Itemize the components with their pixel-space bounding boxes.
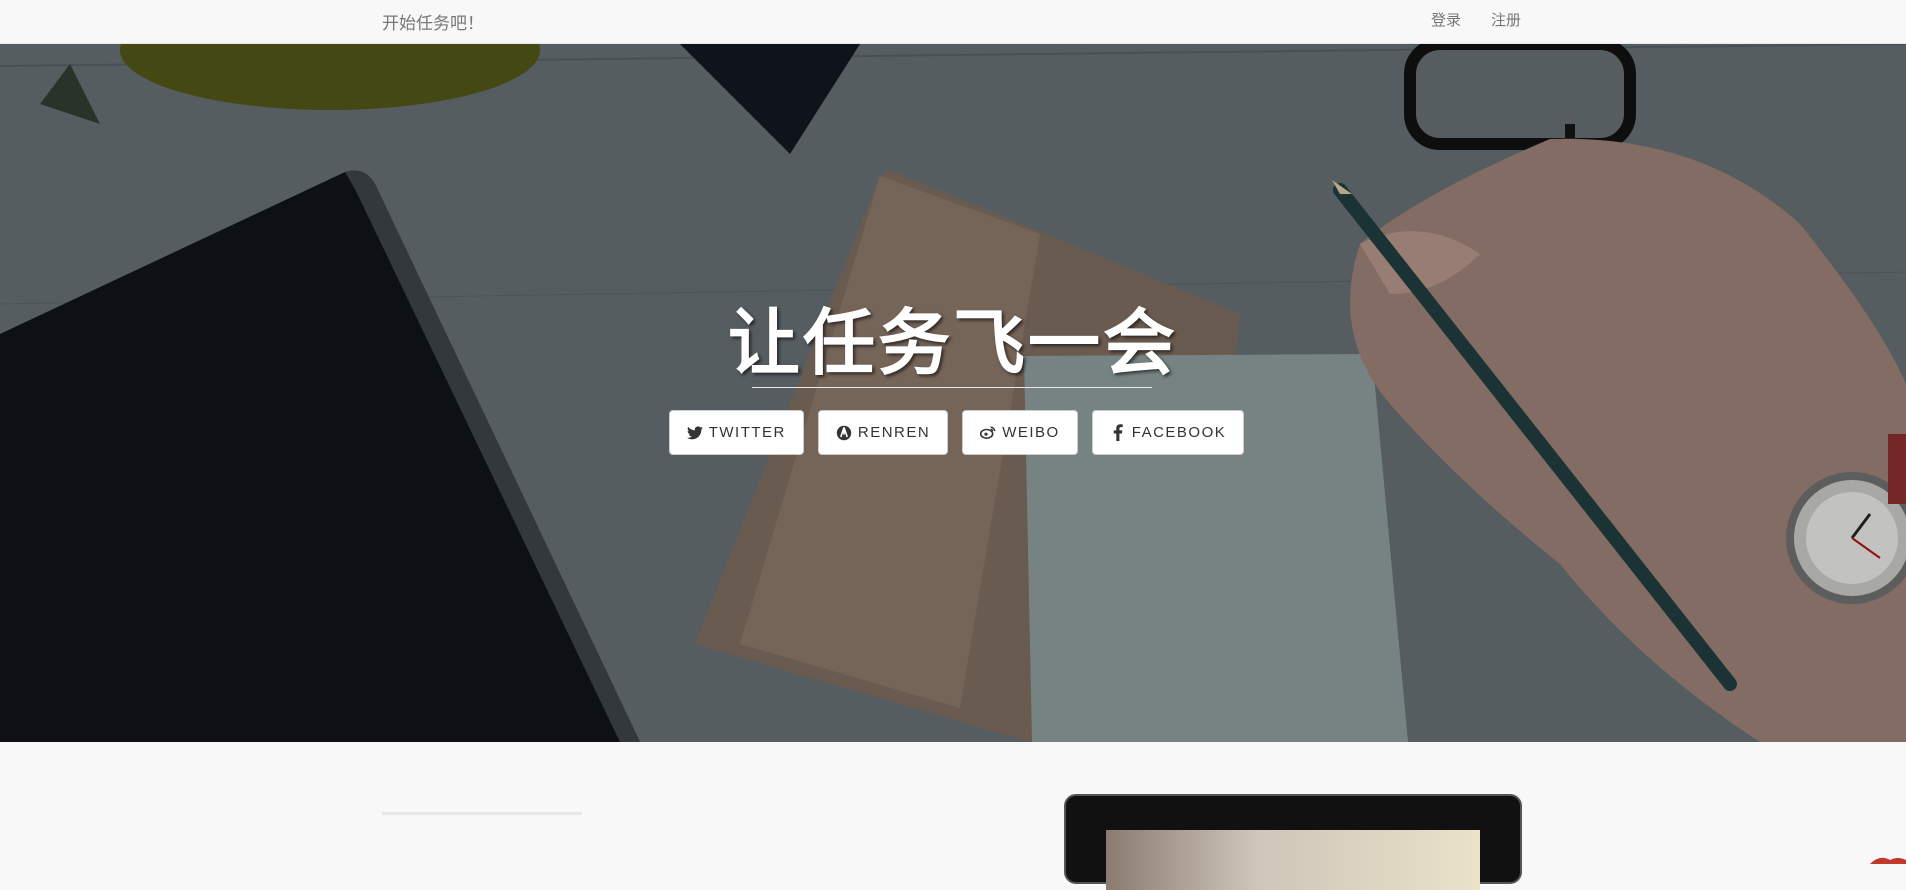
facebook-icon [1110,424,1126,441]
social-buttons: TWITTER RENREN WEIBO FACEBOOK [0,410,1906,455]
weibo-icon [980,425,996,441]
section-divider [382,812,582,815]
login-link[interactable]: 登录 [1431,9,1461,30]
twitter-icon [686,425,703,441]
register-link[interactable]: 注册 [1491,9,1521,30]
weibo-button[interactable]: WEIBO [962,410,1078,455]
weibo-label: WEIBO [1002,424,1060,441]
top-navbar: 开始任务吧！ 登录 注册 [0,0,1906,44]
red-corner-graphic [1870,857,1906,864]
hero-divider [752,387,1152,388]
renren-icon [836,425,852,441]
brand-link[interactable]: 开始任务吧！ [382,9,484,34]
hero-overlay [0,44,1906,742]
tablet-screen [1106,830,1480,890]
twitter-label: TWITTER [708,424,786,441]
renren-button[interactable]: RENREN [817,410,949,455]
twitter-button[interactable]: TWITTER [668,410,804,455]
facebook-button[interactable]: FACEBOOK [1091,410,1245,455]
hero-section: 让任务飞一会 TWITTER RENREN WEIBO FACEBOOK [0,44,1906,742]
renren-label: RENREN [857,424,931,441]
content-section [0,742,1906,890]
hero-title: 让任务飞一会 [727,300,1178,385]
nav-links: 登录 注册 [1431,9,1521,30]
tablet-image [1064,794,1522,890]
facebook-label: FACEBOOK [1131,424,1227,441]
